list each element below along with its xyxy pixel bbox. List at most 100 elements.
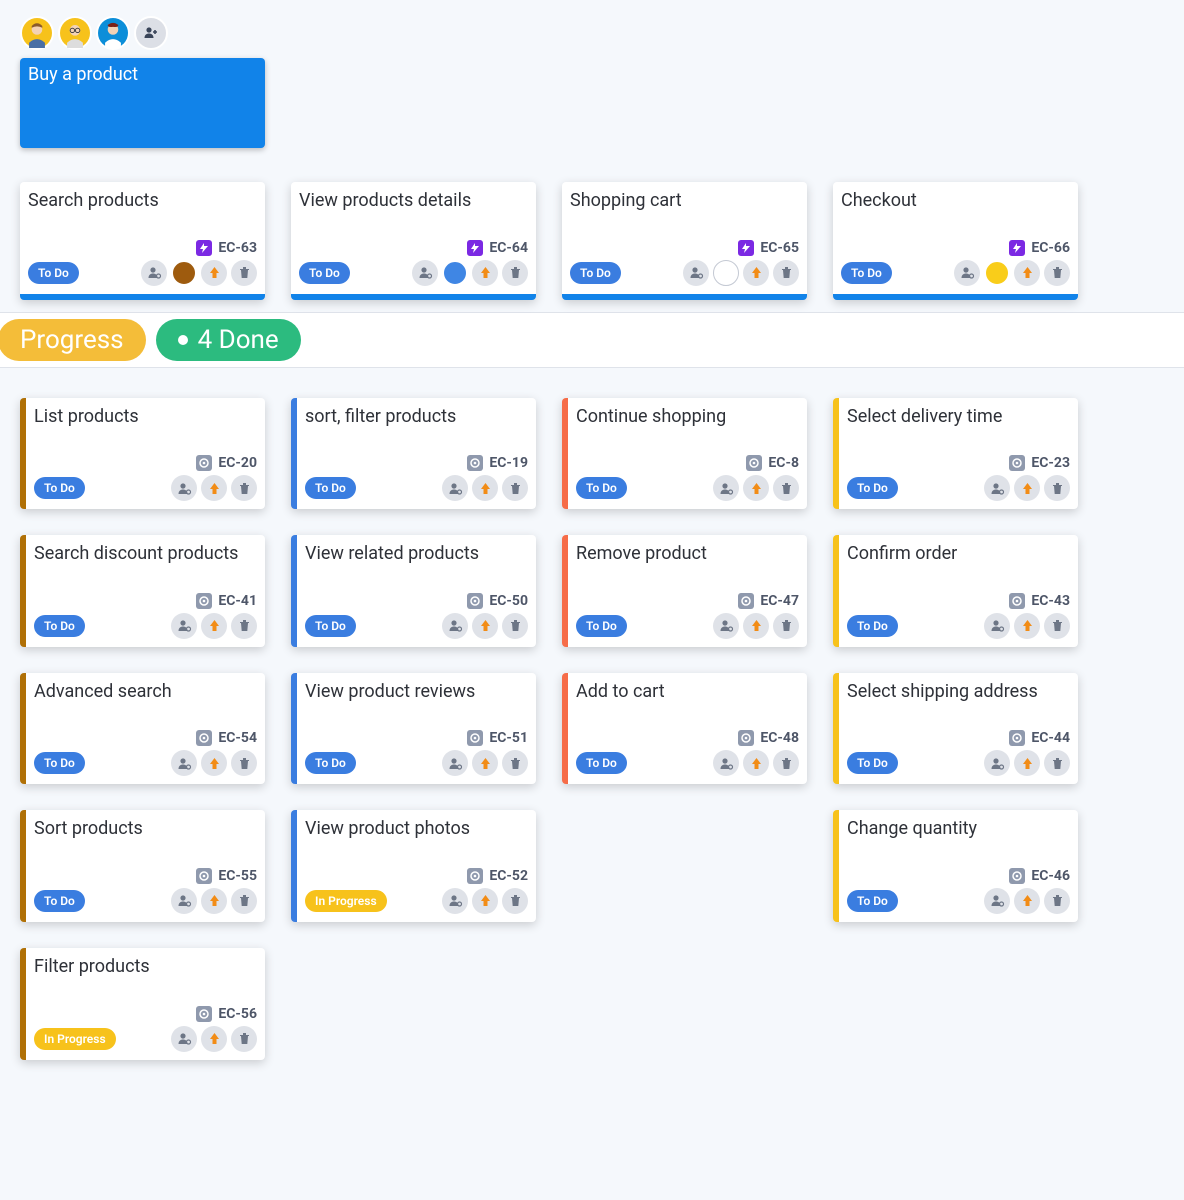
- delete-button[interactable]: [773, 750, 799, 776]
- assign-user-button[interactable]: [713, 475, 739, 501]
- status-pill[interactable]: To Do: [576, 752, 627, 774]
- status-pill[interactable]: In Progress: [305, 890, 387, 912]
- assignee-avatar[interactable]: [713, 260, 739, 286]
- assign-user-button[interactable]: [442, 613, 468, 639]
- story-card[interactable]: Continue shopping EC-8 To Do: [562, 398, 807, 510]
- avatar-user-1[interactable]: [20, 16, 54, 50]
- status-pill[interactable]: To Do: [34, 615, 85, 637]
- assign-user-button[interactable]: [713, 750, 739, 776]
- delete-button[interactable]: [1044, 260, 1070, 286]
- card-title: Add to cart: [576, 681, 799, 703]
- filter-chip-progress[interactable]: Progress: [0, 319, 146, 361]
- epic-card[interactable]: Buy a product: [20, 58, 265, 148]
- delete-button[interactable]: [773, 260, 799, 286]
- story-card[interactable]: View product reviews EC-51 To Do: [291, 673, 536, 785]
- delete-button[interactable]: [231, 750, 257, 776]
- avatar-user-3[interactable]: [96, 16, 130, 50]
- delete-button[interactable]: [231, 1026, 257, 1052]
- delete-button[interactable]: [231, 888, 257, 914]
- assignee-avatar[interactable]: [984, 260, 1010, 286]
- assign-user-button[interactable]: [683, 260, 709, 286]
- delete-button[interactable]: [502, 750, 528, 776]
- assign-user-button[interactable]: [171, 475, 197, 501]
- delete-button[interactable]: [502, 613, 528, 639]
- epic-type-icon: [1009, 240, 1025, 256]
- delete-button[interactable]: [231, 260, 257, 286]
- story-type-icon: [467, 730, 483, 746]
- status-pill[interactable]: To Do: [34, 752, 85, 774]
- status-pill[interactable]: To Do: [570, 262, 621, 284]
- priority-icon: [743, 475, 769, 501]
- delete-button[interactable]: [502, 475, 528, 501]
- assignee-avatar[interactable]: [442, 260, 468, 286]
- assign-user-button[interactable]: [171, 1026, 197, 1052]
- story-card[interactable]: Remove product EC-47 To Do: [562, 535, 807, 647]
- delete-button[interactable]: [1044, 888, 1070, 914]
- assign-user-button[interactable]: [713, 613, 739, 639]
- status-pill[interactable]: To Do: [305, 615, 356, 637]
- story-card[interactable]: Change quantity EC-46 To Do: [833, 810, 1078, 922]
- story-card[interactable]: Advanced search EC-54 To Do: [20, 673, 265, 785]
- feature-card[interactable]: View products details EC-64 To Do: [291, 182, 536, 300]
- assign-user-button[interactable]: [442, 888, 468, 914]
- feature-card[interactable]: Search products EC-63 To Do: [20, 182, 265, 300]
- status-pill[interactable]: To Do: [847, 890, 898, 912]
- assign-user-button[interactable]: [442, 750, 468, 776]
- status-pill[interactable]: In Progress: [34, 1028, 116, 1050]
- story-card[interactable]: sort, filter products EC-19 To Do: [291, 398, 536, 510]
- assign-user-button[interactable]: [984, 750, 1010, 776]
- delete-button[interactable]: [502, 888, 528, 914]
- delete-button[interactable]: [773, 613, 799, 639]
- delete-button[interactable]: [1044, 750, 1070, 776]
- assign-user-button[interactable]: [954, 260, 980, 286]
- story-card[interactable]: Sort products EC-55 To Do: [20, 810, 265, 922]
- story-card[interactable]: View related products EC-50 To Do: [291, 535, 536, 647]
- status-pill[interactable]: To Do: [847, 615, 898, 637]
- avatar-user-2[interactable]: [58, 16, 92, 50]
- status-pill[interactable]: To Do: [576, 477, 627, 499]
- assign-user-button[interactable]: [412, 260, 438, 286]
- status-pill[interactable]: To Do: [847, 752, 898, 774]
- add-user-button[interactable]: [134, 16, 168, 50]
- story-card[interactable]: Select delivery time EC-23 To Do: [833, 398, 1078, 510]
- status-pill[interactable]: To Do: [34, 477, 85, 499]
- feature-card[interactable]: Checkout EC-66 To Do: [833, 182, 1078, 300]
- story-card[interactable]: Confirm order EC-43 To Do: [833, 535, 1078, 647]
- assign-user-button[interactable]: [984, 888, 1010, 914]
- assign-user-button[interactable]: [171, 613, 197, 639]
- story-card[interactable]: Add to cart EC-48 To Do: [562, 673, 807, 785]
- assign-user-button[interactable]: [141, 260, 167, 286]
- assign-user-button[interactable]: [984, 613, 1010, 639]
- delete-button[interactable]: [1044, 475, 1070, 501]
- story-card[interactable]: List products EC-20 To Do: [20, 398, 265, 510]
- status-pill[interactable]: To Do: [576, 615, 627, 637]
- status-pill[interactable]: To Do: [841, 262, 892, 284]
- assign-user-button[interactable]: [171, 750, 197, 776]
- card-title: Shopping cart: [570, 190, 799, 212]
- status-pill[interactable]: To Do: [34, 890, 85, 912]
- delete-button[interactable]: [502, 260, 528, 286]
- assign-user-button[interactable]: [442, 475, 468, 501]
- story-card[interactable]: View product photos EC-52 In Progress: [291, 810, 536, 922]
- card-title: Filter products: [34, 956, 257, 978]
- status-pill[interactable]: To Do: [847, 477, 898, 499]
- status-pill[interactable]: To Do: [299, 262, 350, 284]
- status-pill[interactable]: To Do: [305, 752, 356, 774]
- story-card[interactable]: Search discount products EC-41 To Do: [20, 535, 265, 647]
- status-pill[interactable]: To Do: [305, 477, 356, 499]
- delete-button[interactable]: [231, 475, 257, 501]
- story-card[interactable]: Filter products EC-56 In Progress: [20, 948, 265, 1060]
- story-card[interactable]: Select shipping address EC-44 To Do: [833, 673, 1078, 785]
- assignee-avatar[interactable]: [171, 260, 197, 286]
- assign-user-button[interactable]: [171, 888, 197, 914]
- card-title: Advanced search: [34, 681, 257, 703]
- delete-button[interactable]: [1044, 613, 1070, 639]
- card-id: EC-47: [760, 593, 799, 609]
- filter-chip-done[interactable]: 4 Done: [156, 319, 301, 361]
- priority-icon: [743, 613, 769, 639]
- feature-card[interactable]: Shopping cart EC-65 To Do: [562, 182, 807, 300]
- assign-user-button[interactable]: [984, 475, 1010, 501]
- status-pill[interactable]: To Do: [28, 262, 79, 284]
- delete-button[interactable]: [231, 613, 257, 639]
- delete-button[interactable]: [773, 475, 799, 501]
